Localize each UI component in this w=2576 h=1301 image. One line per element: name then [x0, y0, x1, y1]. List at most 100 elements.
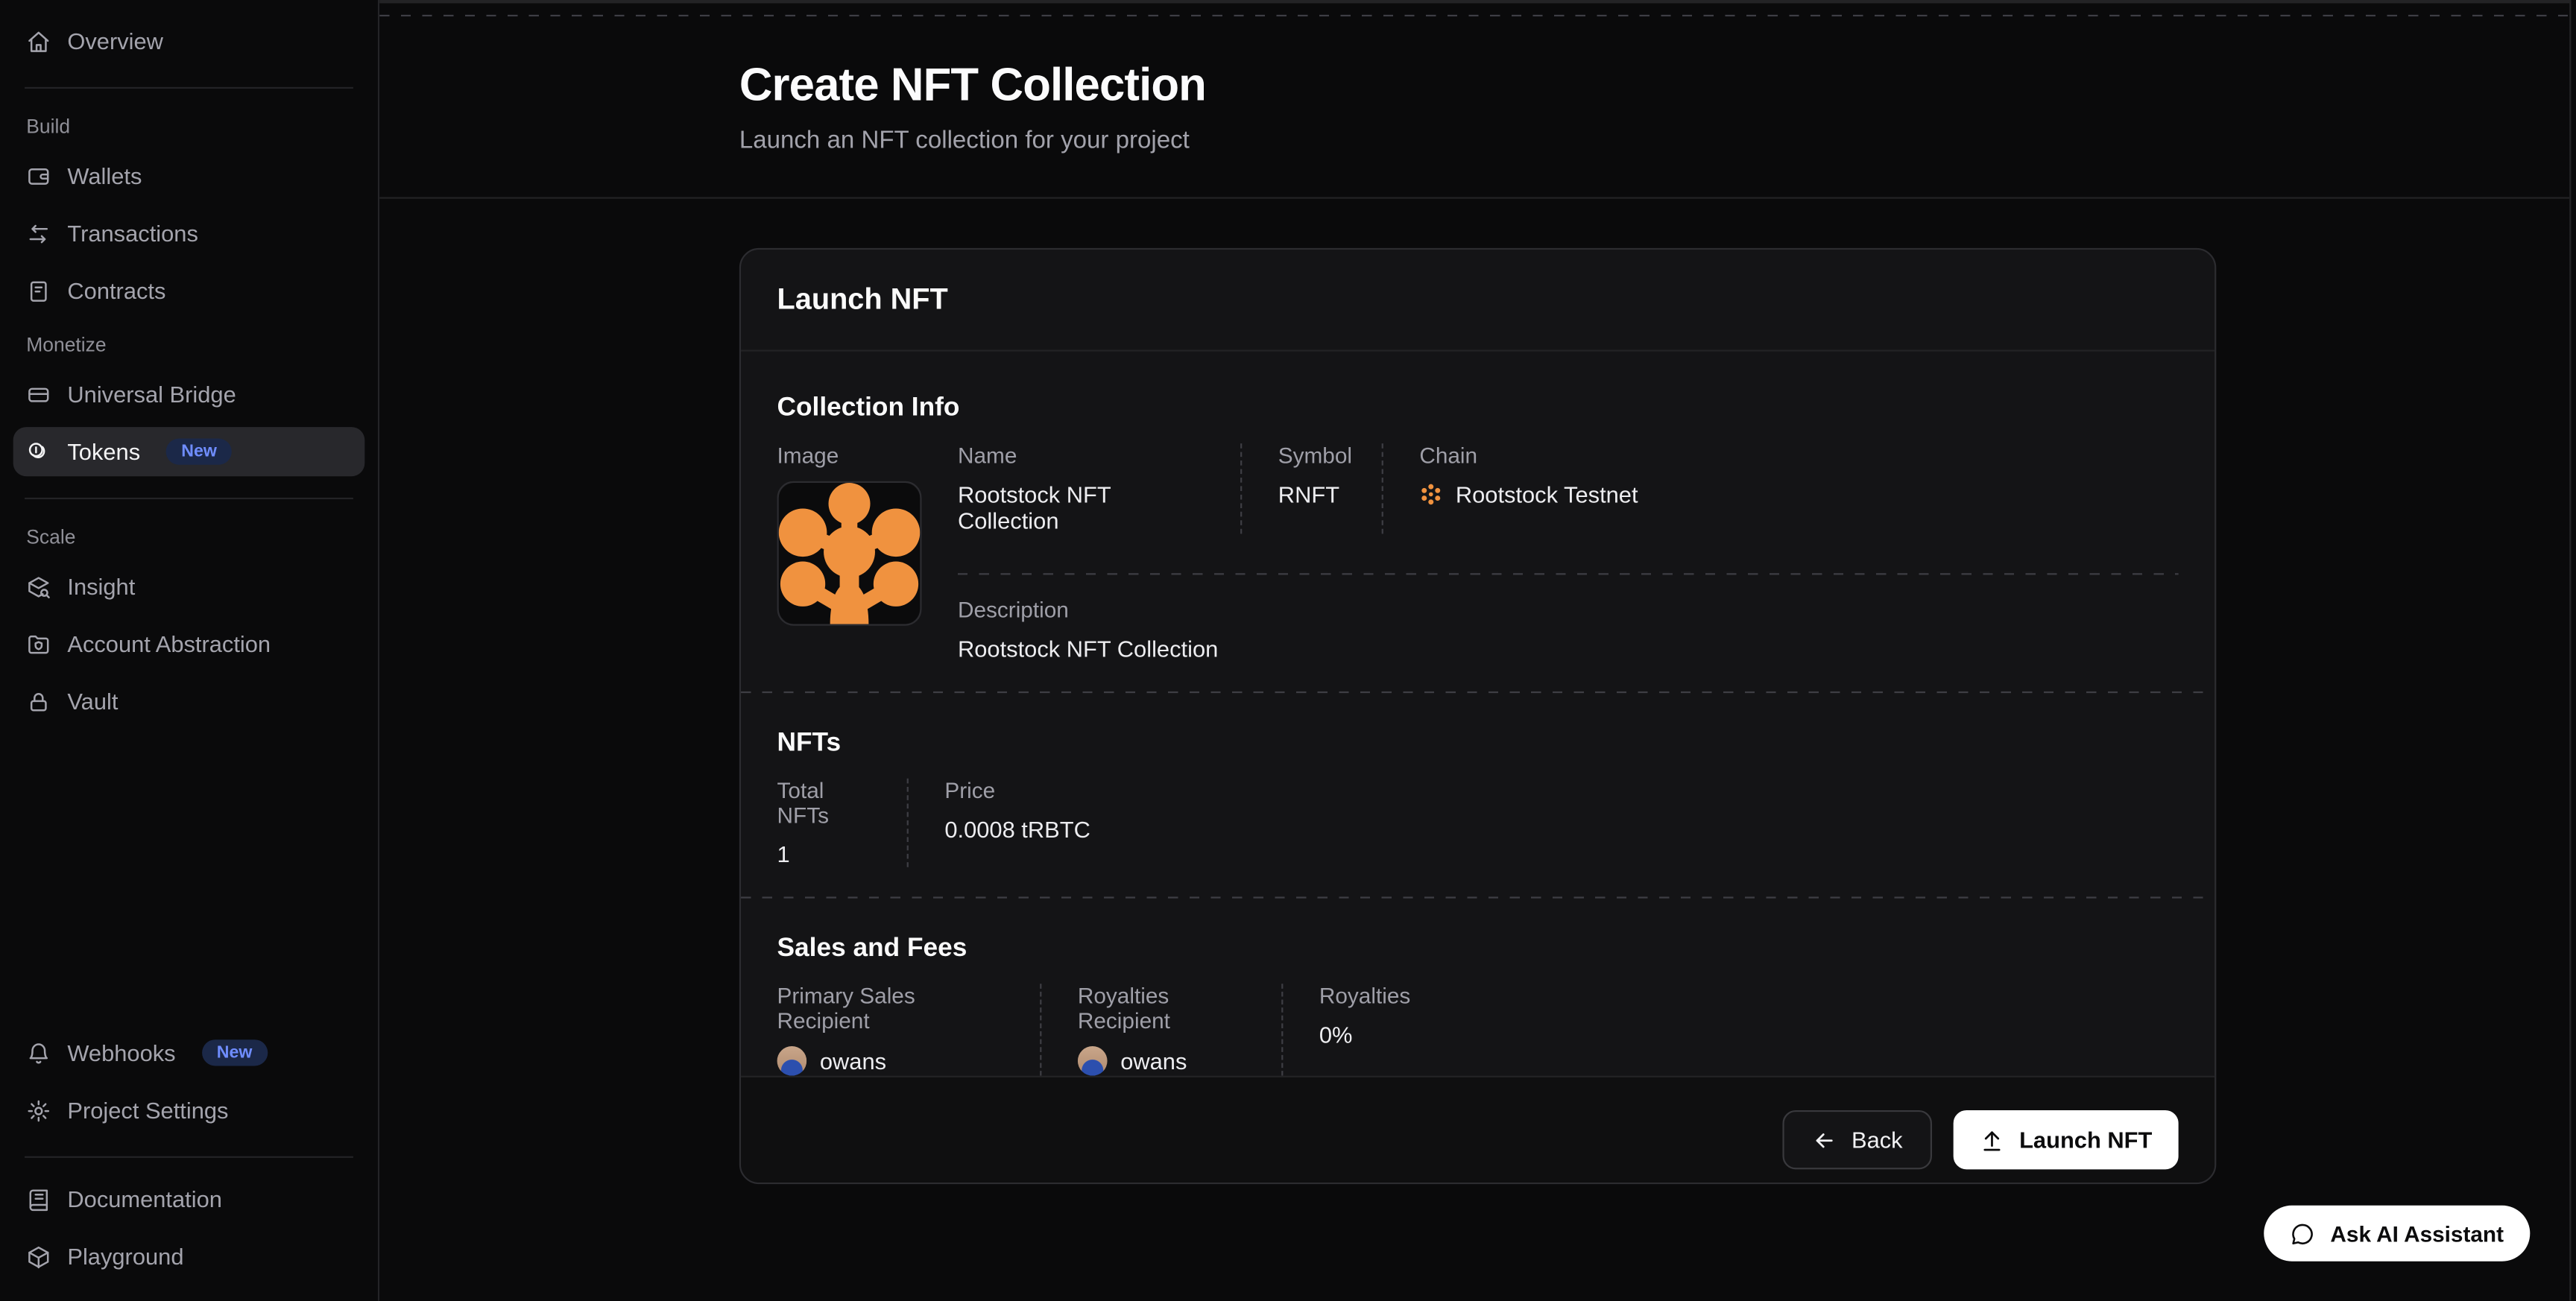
royalties-recipient-label: Royalties Recipient — [1078, 984, 1246, 1033]
collection-fields: Name Rootstock NFT Collection Symbol RNF… — [958, 443, 2179, 662]
wallet-icon — [26, 163, 51, 188]
sidebar-item-label: Insight — [67, 573, 135, 599]
description-divider — [958, 573, 2179, 574]
transactions-icon — [26, 221, 51, 245]
nft-collection-thumbnail — [777, 481, 922, 626]
ask-ai-assistant-button[interactable]: Ask AI Assistant — [2264, 1206, 2530, 1262]
avatar — [777, 1046, 807, 1076]
new-badge: New — [166, 438, 231, 465]
back-button-label: Back — [1852, 1127, 1903, 1153]
chain-field: Chain Rootstock Testnet — [1382, 443, 1674, 534]
royalties-field: Royalties 0% — [1281, 984, 1447, 1075]
card-footer: Back Launch NFT — [741, 1076, 2214, 1184]
sidebar-divider — [25, 498, 353, 499]
sidebar-item-contracts[interactable]: Contracts — [13, 266, 365, 315]
description-label: Description — [958, 598, 2179, 622]
contract-icon — [26, 279, 51, 303]
avatar — [1078, 1046, 1108, 1076]
sidebar-item-vault[interactable]: Vault — [13, 677, 365, 726]
launch-nft-card: Launch NFT Collection Info Image — [739, 248, 2216, 1184]
primary-sales-recipient-field: Primary Sales Recipient owans — [777, 984, 1041, 1075]
sidebar-section-build: Build — [26, 115, 351, 138]
sidebar-item-label: Tokens — [67, 438, 140, 464]
sidebar-item-label: Overview — [67, 28, 163, 54]
collection-info-row: Image — [777, 443, 2179, 662]
upload-icon — [1980, 1127, 2004, 1152]
page-title: Create NFT Collection — [739, 59, 2569, 112]
bell-icon — [26, 1040, 51, 1065]
book-icon — [26, 1186, 51, 1211]
recipient-name: owans — [1120, 1048, 1187, 1074]
launch-nft-button[interactable]: Launch NFT — [1954, 1110, 2179, 1169]
sidebar-item-universal-bridge[interactable]: Universal Bridge — [13, 370, 365, 419]
card-header: Launch NFT — [741, 250, 2214, 352]
sidebar-item-transactions[interactable]: Transactions — [13, 209, 365, 258]
gear-icon — [26, 1098, 51, 1122]
sidebar-item-documentation[interactable]: Documentation — [13, 1174, 365, 1224]
chain-name: Rootstock Testnet — [1456, 481, 1638, 507]
home-icon — [26, 29, 51, 54]
page-header: Create NFT Collection Launch an NFT coll… — [379, 16, 2569, 199]
symbol-label: Symbol — [1278, 443, 1345, 468]
chain-label: Chain — [1419, 443, 1638, 468]
primary-sales-recipient-label: Primary Sales Recipient — [777, 984, 1004, 1033]
total-nfts-field: Total NFTs 1 — [777, 779, 907, 867]
sidebar-item-webhooks[interactable]: Webhooks New — [13, 1028, 365, 1077]
sidebar-item-account-abstraction[interactable]: Account Abstraction — [13, 619, 365, 668]
sidebar-item-label: Contracts — [67, 277, 165, 303]
sidebar-divider — [25, 1156, 353, 1158]
primary-sales-recipient-value: owans — [777, 1046, 1004, 1076]
sidebar-item-label: Project Settings — [67, 1097, 228, 1123]
price-field: Price 0.0008 tRBTC — [907, 779, 1127, 867]
sidebar-item-wallets[interactable]: Wallets — [13, 151, 365, 200]
name-label: Name — [958, 443, 1205, 468]
sidebar-section-monetize: Monetize — [26, 333, 351, 356]
sidebar-item-insight[interactable]: Insight — [13, 562, 365, 611]
total-nfts-value: 1 — [777, 841, 871, 867]
sales-row: Primary Sales Recipient owans Royalties … — [777, 984, 2179, 1075]
main-area: Create NFT Collection Launch an NFT coll… — [379, 0, 2571, 1301]
royalties-recipient-field: Royalties Recipient owans — [1040, 984, 1281, 1075]
page-subtitle: Launch an NFT collection for your projec… — [739, 127, 2569, 154]
sidebar-item-tokens[interactable]: Tokens New — [13, 427, 365, 476]
nfts-row: Total NFTs 1 Price 0.0008 tRBTC — [777, 779, 2179, 867]
account-abstraction-icon — [26, 631, 51, 656]
royalties-value: 0% — [1319, 1022, 1410, 1048]
sidebar: Overview Build Wallets Transactions Cont… — [0, 0, 379, 1301]
sidebar-item-label: Wallets — [67, 162, 142, 189]
arrow-left-icon — [1812, 1127, 1837, 1152]
rootstock-chain-icon — [1419, 483, 1442, 506]
nfts-heading: NFTs — [777, 729, 2179, 759]
collection-info-heading: Collection Info — [777, 394, 2179, 424]
royalties-label: Royalties — [1319, 984, 1410, 1008]
sidebar-item-label: Playground — [67, 1244, 183, 1270]
sidebar-item-label: Documentation — [67, 1186, 222, 1212]
bridge-icon — [26, 382, 51, 406]
sidebar-item-label: Transactions — [67, 220, 198, 246]
sidebar-item-playground[interactable]: Playground — [13, 1232, 365, 1281]
collection-fields-row: Name Rootstock NFT Collection Symbol RNF… — [958, 443, 2179, 534]
section-divider — [741, 691, 2214, 693]
chat-bubble-icon — [2291, 1221, 2316, 1246]
sidebar-item-overview[interactable]: Overview — [13, 16, 365, 66]
total-nfts-label: Total NFTs — [777, 779, 871, 828]
section-divider — [741, 896, 2214, 898]
vault-icon — [26, 689, 51, 714]
symbol-field: Symbol RNFT — [1240, 443, 1382, 534]
sales-fees-heading: Sales and Fees — [777, 934, 2179, 964]
symbol-value: RNFT — [1278, 481, 1345, 507]
recipient-name: owans — [820, 1048, 886, 1074]
royalties-recipient-value: owans — [1078, 1046, 1246, 1076]
sidebar-item-project-settings[interactable]: Project Settings — [13, 1086, 365, 1135]
sidebar-item-label: Universal Bridge — [67, 381, 236, 407]
tokens-icon — [26, 440, 51, 464]
insight-icon — [26, 574, 51, 598]
back-button[interactable]: Back — [1782, 1110, 1932, 1169]
launch-nft-button-label: Launch NFT — [2019, 1127, 2152, 1153]
app-root: Overview Build Wallets Transactions Cont… — [0, 0, 2576, 1301]
price-value: 0.0008 tRBTC — [944, 816, 1090, 842]
chain-value: Rootstock Testnet — [1419, 481, 1638, 507]
name-value: Rootstock NFT Collection — [958, 481, 1205, 534]
card-title: Launch NFT — [777, 282, 2179, 317]
sidebar-divider — [25, 87, 353, 89]
